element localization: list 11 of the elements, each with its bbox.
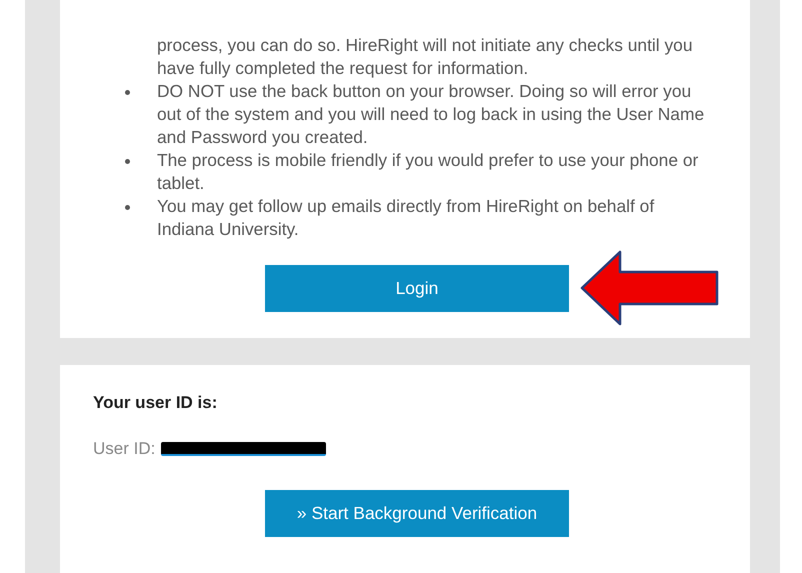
instruction-text: DO NOT use the back button on your browser. Doing so will error you out of the system and you will need to log back in using the User Name and Password you created. xyxy=(157,80,706,149)
user-id-heading: Your user ID is: xyxy=(93,393,218,413)
instruction-text: process, you can do so. HireRight will not initiate any checks until you have fully completed the request for information. xyxy=(157,34,694,80)
start-verification-button[interactable]: » Start Background Verification xyxy=(265,490,569,537)
instruction-text: The process is mobile friendly if you would prefer to use your phone or tablet. xyxy=(157,149,700,195)
bullet-icon xyxy=(125,205,130,210)
bullet-icon xyxy=(125,159,130,164)
instruction-text: You may get follow up emails directly from HireRight on behalf of Indiana University. xyxy=(157,195,656,241)
login-button[interactable]: Login xyxy=(265,265,569,312)
bullet-icon xyxy=(125,90,130,95)
user-id-label: User ID: xyxy=(93,439,156,459)
